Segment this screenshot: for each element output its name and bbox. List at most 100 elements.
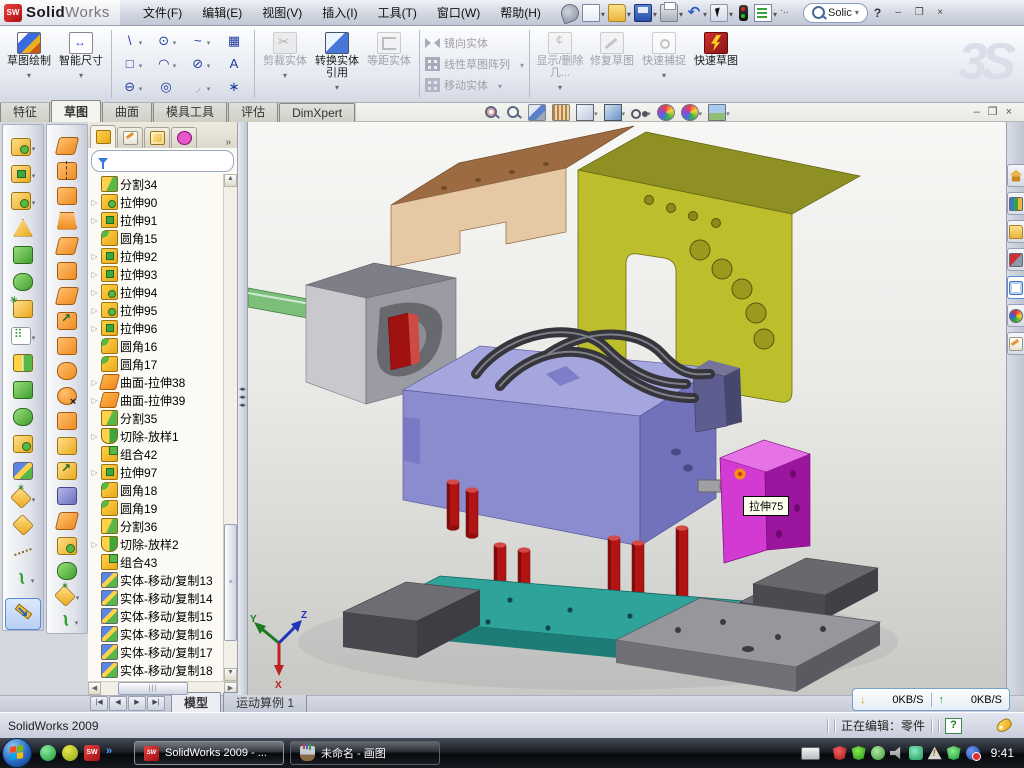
tree-item[interactable]: 圆角17 [88, 355, 223, 373]
DimXpert[interactable]: DimXpert [279, 103, 355, 122]
text-tool[interactable]: A [217, 52, 251, 75]
quick-tips-button[interactable]: ? [945, 718, 962, 734]
tree-item[interactable]: 拉伸95 [88, 301, 223, 319]
section-view-icon[interactable] [552, 104, 570, 121]
草图[interactable]: 草图 [51, 100, 101, 122]
curve-tools-icon[interactable] [47, 608, 87, 633]
expand-arrow[interactable] [90, 324, 99, 333]
tree-item[interactable]: 组合42 [88, 445, 223, 463]
draft-icon[interactable] [3, 268, 43, 295]
sketch-fillet-tool[interactable]: ◞ [183, 76, 217, 99]
select-region-tool[interactable]: ▦ [217, 29, 251, 52]
restore-button[interactable]: ❐ [910, 5, 928, 21]
曲面[interactable]: 曲面 [102, 100, 152, 122]
线性草图阵列[interactable]: 线性草图阵列 [425, 55, 524, 73]
view-settings-icon[interactable] [708, 104, 730, 121]
expand-arrow[interactable] [90, 252, 99, 261]
zoom-area-icon[interactable] [506, 105, 522, 120]
scrollbar-thumb[interactable]: ≡ [224, 524, 237, 641]
extended-surface-icon[interactable] [47, 183, 87, 208]
line-tool[interactable]: \ [115, 29, 149, 52]
search-box[interactable]: Solic ▾ [803, 3, 868, 23]
tree-item[interactable]: 拉伸90 [88, 193, 223, 211]
first-tab-button[interactable]: |◀ [90, 696, 108, 711]
point-tool[interactable]: ∗ [217, 76, 251, 99]
solidworks-resources-tab[interactable] [1007, 164, 1024, 187]
quicklaunch-app-icon[interactable] [62, 745, 78, 761]
tree-item[interactable]: 分割36 [88, 517, 223, 535]
tree-vertical-scrollbar[interactable]: ▲ ≡ ▼ [223, 174, 237, 681]
tree-item[interactable]: 实体-移动/复制16 [88, 625, 223, 643]
core-icon[interactable] [47, 533, 87, 558]
tree-item[interactable]: 分割35 [88, 409, 223, 427]
new-document-icon[interactable] [581, 2, 606, 24]
scroll-left-arrow[interactable]: ◀ [88, 682, 101, 695]
doc-close-button[interactable]: × [1006, 105, 1012, 119]
评估[interactable]: 评估 [228, 100, 278, 122]
tree-item[interactable]: 曲面-拉伸39 [88, 391, 223, 409]
scroll-up-arrow[interactable]: ▲ [224, 174, 237, 187]
design-library-tab[interactable] [1007, 192, 1024, 215]
overflow-icon[interactable] [779, 2, 797, 24]
tree-item[interactable]: 分割34 [88, 175, 223, 193]
模型[interactable]: 模型 [171, 692, 221, 712]
quicklaunch-messenger-icon[interactable] [40, 745, 56, 761]
linear-pattern-icon[interactable] [3, 322, 43, 349]
scrollbar-thumb[interactable]: ||| [118, 682, 188, 695]
tree-item[interactable]: 组合43 [88, 553, 223, 571]
minimize-button[interactable]: – [889, 5, 907, 21]
运动算例 1[interactable]: 运动算例 1 [223, 692, 307, 712]
save-icon[interactable] [633, 2, 658, 24]
显示/删除几...[interactable]: 显示/删除几... [534, 28, 586, 100]
tree-item[interactable]: 实体-移动/复制15 [88, 607, 223, 625]
menu-item[interactable]: 文件(F) [134, 2, 191, 23]
slot-tool[interactable]: ⊖ [115, 76, 149, 99]
parting-surface-icon[interactable] [47, 483, 87, 508]
tree-filter-box[interactable] [91, 150, 234, 172]
tree-item[interactable]: 拉伸97 [88, 463, 223, 481]
tree-item[interactable]: 圆角16 [88, 337, 223, 355]
tooling-split-icon[interactable] [47, 508, 87, 533]
快速草图[interactable]: 快速草图 [690, 28, 742, 100]
move-copy-body-icon[interactable] [3, 457, 43, 484]
curve-icon[interactable] [3, 538, 43, 565]
tree-item[interactable]: 圆角15 [88, 229, 223, 247]
zoom-selected-icon[interactable] [528, 104, 546, 121]
menu-item[interactable]: 插入(I) [313, 2, 366, 23]
expand-arrow[interactable] [90, 198, 99, 207]
tray-security-icon[interactable] [852, 746, 866, 760]
freeform-surface-icon[interactable] [47, 583, 87, 608]
zoom-fit-icon[interactable] [484, 105, 500, 120]
file-explorer-tab[interactable] [1007, 220, 1024, 243]
tree-item[interactable]: 实体-移动/复制18 [88, 661, 223, 679]
scroll-down-arrow[interactable]: ▼ [224, 668, 237, 681]
view-orientation-icon[interactable] [576, 104, 598, 121]
tree-item[interactable]: 实体-移动/复制17 [88, 643, 223, 661]
剪裁实体[interactable]: 剪裁实体 [259, 28, 311, 100]
rib-icon[interactable] [3, 376, 43, 403]
tray-network-icon[interactable] [966, 746, 980, 760]
tray-protect-icon[interactable] [947, 746, 961, 760]
tree-item[interactable]: 拉伸93 [88, 265, 223, 283]
display-style-icon[interactable] [604, 104, 626, 121]
ellipse-tool[interactable]: ⊘ [183, 52, 217, 75]
last-tab-button[interactable]: ▶| [147, 696, 165, 711]
menu-item[interactable]: 工具(T) [369, 2, 426, 23]
特征[interactable]: 特征 [0, 100, 50, 122]
search-results-tab[interactable] [1007, 248, 1024, 271]
spline-tool[interactable]: ~ [183, 29, 217, 52]
doc-restore-button[interactable]: ❐ [988, 105, 998, 119]
combine-icon[interactable] [3, 430, 43, 457]
移动实体[interactable]: 移动实体 [425, 76, 524, 94]
select-icon[interactable] [709, 2, 734, 24]
menu-item[interactable]: 视图(V) [253, 2, 311, 23]
polygon-tool[interactable]: ◎ [149, 76, 183, 99]
parting-line-icon[interactable] [47, 433, 87, 458]
menu-item[interactable]: 窗口(W) [428, 2, 489, 23]
tray-update-icon[interactable] [871, 746, 885, 760]
quicklaunch-solidworks-icon[interactable]: SW [84, 745, 100, 761]
expand-arrow[interactable] [90, 288, 99, 297]
knit-surface-icon[interactable] [47, 333, 87, 358]
doc-minimize-button[interactable]: – [974, 105, 980, 119]
splitter-arrows[interactable]: ◂▸◂▸◂▸ [238, 386, 247, 410]
